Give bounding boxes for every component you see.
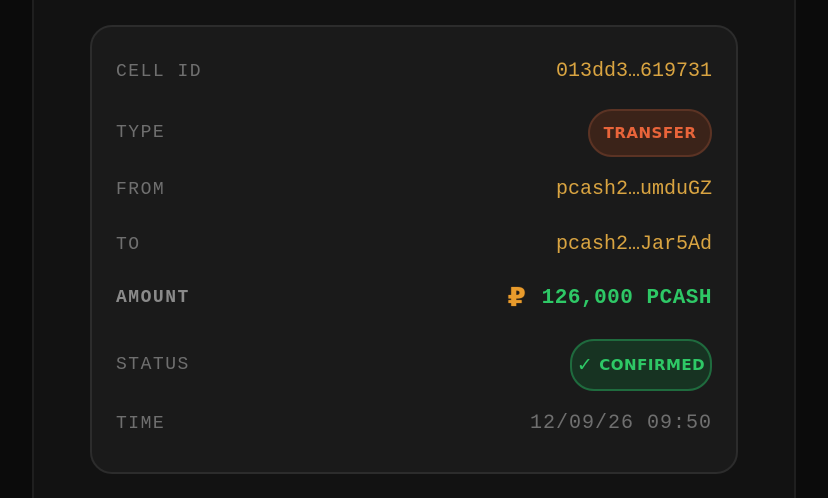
type-label: TYPE [116,123,166,143]
cell-id-label: CELL ID [116,61,203,82]
row-status: STATUS ✓ CONFIRMED [116,339,712,391]
row-to: TO pcash2…Jar5Ad [116,233,712,256]
time-value: 12/09/26 09:50 [529,412,712,435]
row-cell-id: CELL ID 013dd3…619731 [116,60,712,83]
row-from: FROM pcash2…umduGZ [116,178,712,201]
amount-value-group: ₽ 126,000 PCASH [508,283,712,313]
from-label: FROM [116,179,166,200]
to-address[interactable]: pcash2…Jar5Ad [556,233,712,256]
time-label: TIME [116,413,166,434]
transaction-detail-card: CELL ID 013dd3…619731 TYPE TRANSFER FROM… [90,25,738,474]
from-address[interactable]: pcash2…umduGZ [556,178,712,201]
row-type: TYPE TRANSFER [116,109,712,157]
row-amount: AMOUNT ₽ 126,000 PCASH [116,283,712,313]
type-badge: TRANSFER [588,109,712,157]
status-badge: ✓ CONFIRMED [570,339,712,391]
cell-id-value[interactable]: 013dd3…619731 [556,60,712,83]
ruble-sign-icon: ₽ [507,283,526,313]
row-time: TIME 12/09/26 09:50 [116,412,712,435]
status-label: STATUS [116,355,190,375]
checkmark-icon: ✓ [576,354,594,376]
status-text: CONFIRMED [599,356,706,374]
to-label: TO [116,234,141,255]
amount-label: AMOUNT [116,288,190,308]
amount-value: 126,000 PCASH [541,286,712,310]
